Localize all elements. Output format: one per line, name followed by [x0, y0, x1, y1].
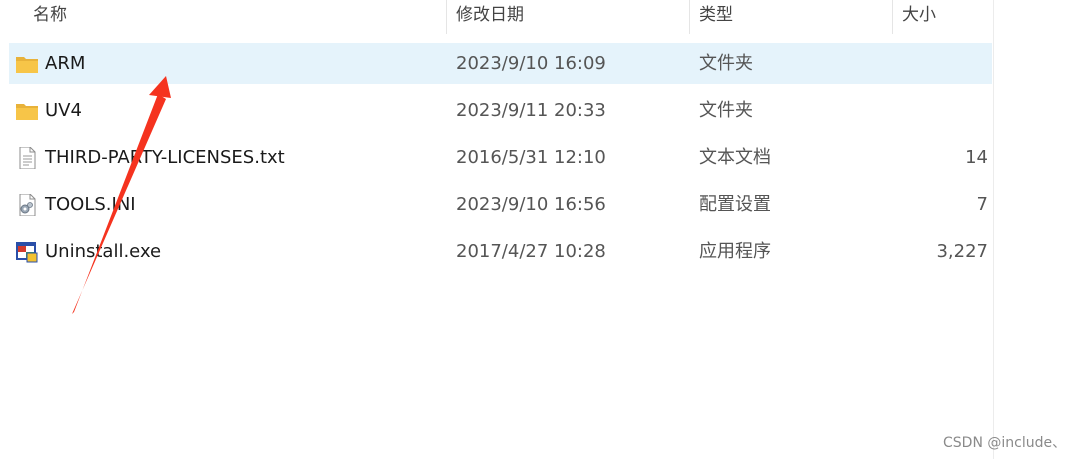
file-size: 7	[976, 194, 988, 215]
file-type: 文件夹	[699, 100, 753, 121]
file-type: 配置设置	[699, 194, 771, 215]
file-name: ARM	[45, 53, 86, 74]
column-header-name[interactable]: 名称	[33, 0, 443, 34]
folder-icon	[16, 104, 38, 120]
file-type: 文件夹	[699, 53, 753, 74]
file-type: 应用程序	[699, 241, 771, 262]
file-name: UV4	[45, 100, 82, 121]
file-date: 2023/9/11 20:33	[456, 100, 606, 121]
column-header-type[interactable]: 类型	[699, 0, 889, 34]
pane-border	[993, 0, 994, 459]
text-file-icon	[19, 147, 36, 169]
file-date: 2023/9/10 16:09	[456, 53, 606, 74]
file-explorer: ^ 名称 修改日期 类型 大小 ARM 2023/9/10 16:09 文件夹 …	[0, 0, 993, 459]
file-date: 2017/4/27 10:28	[456, 241, 606, 262]
file-row-arm[interactable]: ARM 2023/9/10 16:09 文件夹	[9, 43, 992, 84]
column-divider[interactable]	[892, 0, 893, 34]
column-divider[interactable]	[689, 0, 690, 34]
file-row-licenses[interactable]: THIRD-PARTY-LICENSES.txt 2016/5/31 12:10…	[9, 137, 992, 178]
file-date: 2023/9/10 16:56	[456, 194, 606, 215]
column-header-date[interactable]: 修改日期	[456, 0, 686, 34]
file-type: 文本文档	[699, 147, 771, 168]
settings-file-icon	[19, 194, 36, 216]
application-icon	[16, 242, 38, 263]
column-header: ^ 名称 修改日期 类型 大小	[0, 0, 993, 36]
file-name: Uninstall.exe	[45, 241, 162, 262]
file-date: 2016/5/31 12:10	[456, 147, 606, 168]
file-size: 14	[965, 147, 988, 168]
file-row-uv4[interactable]: UV4 2023/9/11 20:33 文件夹	[9, 90, 992, 131]
column-header-size[interactable]: 大小	[902, 0, 990, 34]
file-size: 3,227	[936, 241, 988, 262]
watermark: CSDN @include、	[943, 435, 1067, 451]
file-row-uninstall[interactable]: Uninstall.exe 2017/4/27 10:28 应用程序 3,227	[9, 231, 992, 272]
column-divider[interactable]	[446, 0, 447, 34]
folder-icon	[16, 57, 38, 73]
file-row-tools-ini[interactable]: TOOLS.INI 2023/9/10 16:56 配置设置 7	[9, 184, 992, 225]
file-name: THIRD-PARTY-LICENSES.txt	[45, 147, 285, 168]
file-name: TOOLS.INI	[45, 194, 136, 215]
